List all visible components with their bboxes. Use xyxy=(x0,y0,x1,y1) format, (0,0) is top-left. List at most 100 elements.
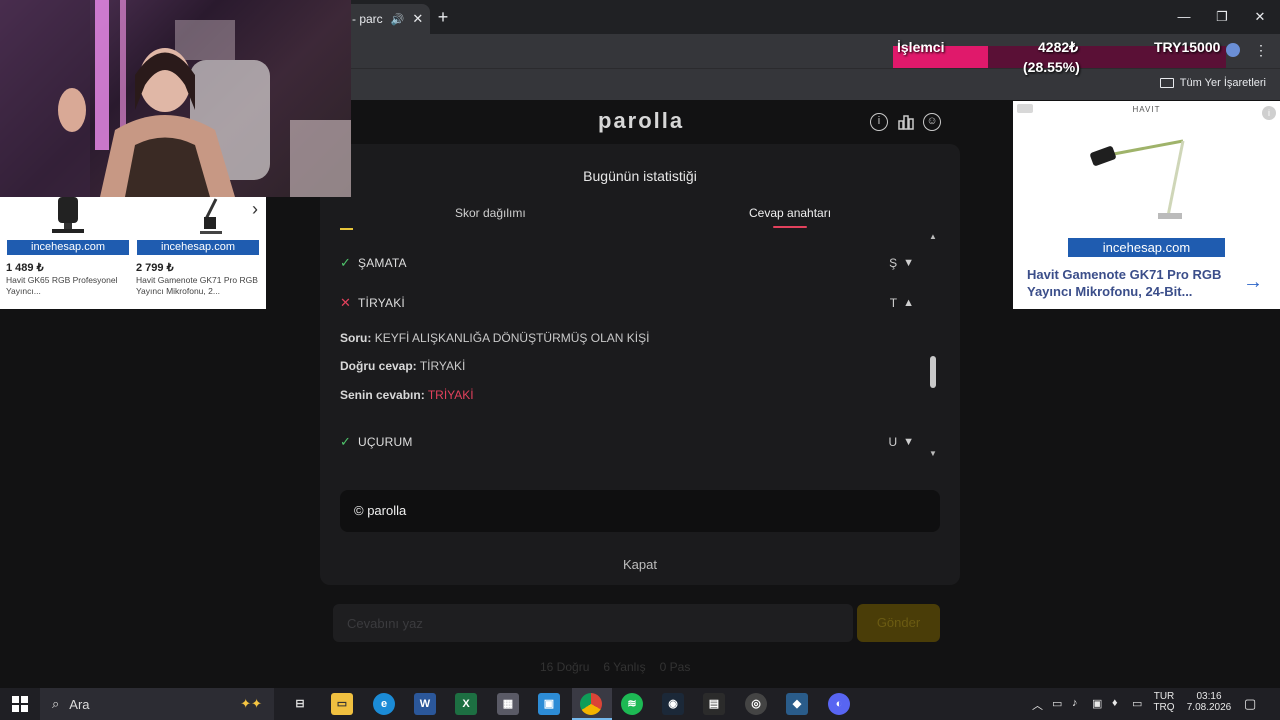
microphone-icon[interactable]: ♦ xyxy=(1112,697,1118,709)
obs-icon[interactable]: ▤ xyxy=(703,693,725,715)
microphone-arm-product-image[interactable] xyxy=(136,197,256,237)
info-icon[interactable]: i xyxy=(870,113,888,131)
network-icon[interactable]: ▣ xyxy=(1092,697,1102,710)
your-answer-value: TRİYAKİ xyxy=(427,388,474,402)
close-window-button[interactable]: ✕ xyxy=(1248,6,1272,28)
right-ad-banner[interactable]: i HAVIT incehesap.com Havit Gamenote GK7… xyxy=(1013,101,1280,309)
kebab-menu-icon[interactable]: ⋮ xyxy=(1254,42,1268,59)
excel-icon[interactable]: X xyxy=(455,693,477,715)
left-ad-banner[interactable]: › incehesap.com incehesap.com 1 489 ₺ Ha… xyxy=(0,197,266,309)
answer-input[interactable]: Cevabını yaz xyxy=(333,604,853,642)
sparkle-icon[interactable]: ✦✦ xyxy=(240,696,262,712)
ad-product-title[interactable]: Havit Gamenote GK71 Pro RGB Yayıncı Mikr… xyxy=(1027,266,1242,300)
previous-row-marker xyxy=(340,228,353,230)
spotify-icon[interactable]: ≋ xyxy=(621,693,643,715)
volume-icon[interactable]: ♪ xyxy=(1072,697,1078,709)
answer-row[interactable]: ✕ TİRYAKİ T ▲ xyxy=(340,293,914,313)
product-price: 1 489 ₺ xyxy=(6,262,44,274)
cpu-label: İşlemci xyxy=(897,39,945,55)
bookmarks-label: Tüm Yer İşaretleri xyxy=(1179,77,1266,89)
close-button[interactable]: Kapat xyxy=(320,557,960,572)
question-text: KEYFİ ALIŞKANLIĞA DÖNÜŞTÜRMÜŞ OLAN KİŞİ xyxy=(374,331,650,345)
language-indicator[interactable]: TUR TRQ xyxy=(1152,691,1176,713)
answer-row[interactable]: ✓ UÇURUM U ▼ xyxy=(340,432,914,452)
next-arrow-icon[interactable]: › xyxy=(252,199,258,220)
display-icon[interactable]: ▭ xyxy=(1132,697,1142,710)
active-tab-indicator xyxy=(773,226,807,228)
your-answer-label: Senin cevabın: xyxy=(340,388,425,402)
battery-icon[interactable]: ▭ xyxy=(1052,697,1062,710)
notifications-icon[interactable]: ▢ xyxy=(1244,696,1256,712)
chevron-up-icon[interactable]: ▲ xyxy=(903,297,914,309)
scroll-up-arrow-icon[interactable]: ▲ xyxy=(929,232,937,241)
answer-letter: U xyxy=(888,435,898,449)
taskbar-search[interactable]: ⌕ Ara ✦✦ xyxy=(40,688,274,720)
modal-title: Bugünün istatistiği xyxy=(583,168,697,184)
windows-start-icon[interactable] xyxy=(12,696,28,717)
folder-icon xyxy=(1159,78,1174,88)
chevron-down-icon[interactable]: ▼ xyxy=(903,436,914,448)
scroll-down-arrow-icon[interactable]: ▼ xyxy=(929,449,937,458)
cpu-percent: (28.55%) xyxy=(1023,59,1080,75)
word-icon[interactable]: W xyxy=(414,693,436,715)
check-icon: ✓ xyxy=(340,255,351,270)
copyright-box: © parolla xyxy=(340,490,940,532)
arrow-right-icon[interactable]: → xyxy=(1243,271,1263,294)
answer-letter: T xyxy=(889,296,898,310)
correct-answer-label: Doğru cevap: xyxy=(340,359,417,373)
microphone-product-image[interactable] xyxy=(6,197,126,237)
stat-wrong: 6 Yanlış xyxy=(603,660,646,674)
product-name[interactable]: Havit GK65 RGB Profesyonel Yayıncı... xyxy=(6,275,128,297)
stats-icon[interactable] xyxy=(897,113,915,131)
clock-date: 7.08.2026 xyxy=(1186,702,1232,713)
tray-chevron-icon[interactable]: ︿ xyxy=(1032,697,1043,713)
stat-correct: 16 Doğru xyxy=(540,660,590,674)
microphone-arm-product-image[interactable] xyxy=(1083,121,1213,236)
chrome-icon[interactable] xyxy=(580,693,602,715)
task-view-icon[interactable]: ⊟ xyxy=(289,693,311,715)
calculator-icon[interactable]: ▦ xyxy=(497,693,519,715)
cpu-value: 4282₺ xyxy=(1038,39,1079,55)
browser-tab[interactable]: - parc 🔊 ✕ xyxy=(340,4,430,34)
profile-icon[interactable]: ☺ xyxy=(923,113,941,131)
cpu-target: TRY15000 xyxy=(1154,39,1221,55)
answer-word: TİRYAKİ xyxy=(358,296,405,310)
submit-button[interactable]: Gönder xyxy=(857,604,940,642)
tab-score-distribution[interactable]: Skor dağılımı xyxy=(455,206,526,220)
cross-icon: ✕ xyxy=(340,295,351,310)
tab-answer-key[interactable]: Cevap anahtarı xyxy=(749,206,831,220)
answer-word: ŞAMATA xyxy=(358,256,407,270)
check-icon: ✓ xyxy=(340,434,351,449)
correct-answer-line: Doğru cevap: TİRYAKİ xyxy=(340,359,465,373)
app-icon[interactable]: ◐ xyxy=(828,693,850,715)
extension-icon[interactable] xyxy=(1226,43,1240,57)
app-icon[interactable]: ◎ xyxy=(745,693,767,715)
app-icon[interactable]: ◆ xyxy=(786,693,808,715)
steam-icon[interactable]: ◉ xyxy=(662,693,684,715)
file-explorer-icon[interactable]: ▭ xyxy=(331,693,353,715)
search-icon: ⌕ xyxy=(52,696,60,711)
score-stats: 16 Doğru 6 Yanlış 0 Pas xyxy=(540,660,690,674)
incehesap-logo: incehesap.com xyxy=(1068,238,1225,257)
site-logo[interactable]: parolla xyxy=(598,108,684,134)
answer-row[interactable]: ✓ ŞAMATA Ş ▼ xyxy=(340,253,914,273)
havit-brand: HAVIT xyxy=(1132,105,1161,114)
new-tab-button[interactable]: + xyxy=(432,6,454,28)
product-price: 2 799 ₺ xyxy=(136,262,174,274)
clock[interactable]: 03:16 7.08.2026 xyxy=(1184,691,1234,713)
product-name[interactable]: Havit Gamenote GK71 Pro RGB Yayıncı Mikr… xyxy=(136,275,258,297)
edge-icon[interactable]: e xyxy=(373,693,395,715)
incehesap-logo: incehesap.com xyxy=(7,240,129,255)
all-bookmarks[interactable]: Tüm Yer İşaretleri xyxy=(1159,77,1266,89)
minimize-button[interactable]: — xyxy=(1172,6,1196,28)
language-line1: TUR xyxy=(1153,691,1175,702)
tab-close-icon[interactable]: ✕ xyxy=(412,11,423,27)
speaker-icon[interactable]: 🔊 xyxy=(391,13,405,26)
language-line2: TRQ xyxy=(1153,702,1175,713)
maximize-button[interactable]: ❐ xyxy=(1210,6,1234,28)
incehesap-logo: incehesap.com xyxy=(137,240,259,255)
scrollbar-thumb[interactable] xyxy=(930,356,936,388)
chevron-down-icon[interactable]: ▼ xyxy=(903,257,914,269)
search-label: Ara xyxy=(69,696,90,712)
store-icon[interactable]: ▣ xyxy=(538,693,560,715)
